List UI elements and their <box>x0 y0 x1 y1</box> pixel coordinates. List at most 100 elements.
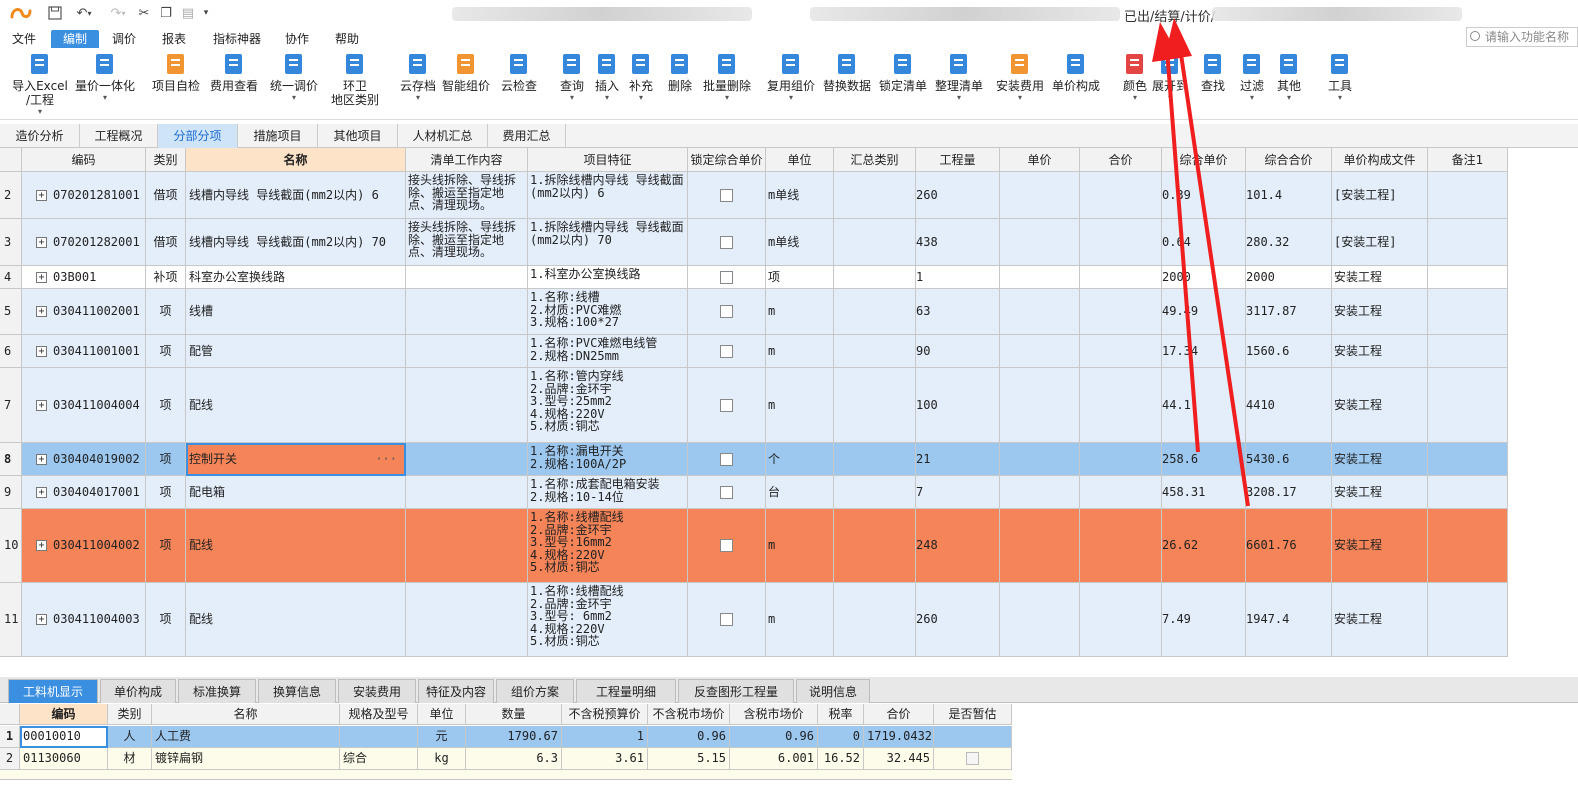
cell-cb[interactable] <box>688 368 766 443</box>
detail-tab-2[interactable]: 标准换算 <box>178 679 256 703</box>
detail-tab-4[interactable]: 安装费用 <box>338 679 416 703</box>
cell-name[interactable]: 配线 <box>186 368 406 443</box>
save-icon[interactable] <box>46 5 64 21</box>
resource-header-11[interactable]: 合价 <box>864 704 934 725</box>
column-header-14[interactable]: 单价构成文件 <box>1332 148 1428 172</box>
resource-header-0[interactable] <box>0 704 20 725</box>
ribbon-button-3[interactable]: 费用查看 <box>206 52 262 118</box>
search-input[interactable]: 请输入功能名称 <box>1466 27 1578 47</box>
ribbon-button-15[interactable]: 替换数据 <box>820 52 874 118</box>
column-header-6[interactable]: 锁定综合单价 <box>688 148 766 172</box>
ribbon-button-22[interactable]: 查找 <box>1196 52 1230 118</box>
expand-icon[interactable]: + <box>36 614 47 625</box>
cell-name[interactable]: 配线 <box>186 509 406 583</box>
cell-cb[interactable] <box>688 443 766 476</box>
detail-tab-6[interactable]: 组价方案 <box>496 679 574 703</box>
cell-cb[interactable] <box>688 289 766 335</box>
ribbon-button-0[interactable]: 导入Excel/工程 ▾ <box>2 52 78 118</box>
column-header-1[interactable]: 编码 <box>22 148 146 172</box>
cell-name[interactable]: 配电箱 <box>186 476 406 509</box>
ribbon-button-10[interactable]: 插入 ▾ <box>592 52 622 118</box>
cell-cb[interactable] <box>688 335 766 368</box>
column-header-9[interactable]: 工程量 <box>916 148 1000 172</box>
ribbon-button-17[interactable]: 整理清单 ▾ <box>932 52 986 118</box>
tab-0[interactable]: 造价分析 <box>0 124 80 148</box>
ribbon-button-16[interactable]: 锁定清单 <box>876 52 930 118</box>
column-header-13[interactable]: 综合合价 <box>1246 148 1332 172</box>
cell-cb[interactable] <box>688 219 766 266</box>
resource-header-4[interactable]: 规格及型号 <box>340 704 418 725</box>
cell-cb[interactable] <box>688 476 766 509</box>
customize-icon[interactable]: ▾ <box>200 5 212 21</box>
expand-icon[interactable]: + <box>36 306 47 317</box>
tab-4[interactable]: 其他项目 <box>318 124 398 148</box>
ribbon-button-9[interactable]: 查询 ▾ <box>556 52 588 118</box>
expand-icon[interactable]: + <box>36 399 47 411</box>
cell-name[interactable]: 线槽内导线 导线截面(mm2以内) 6 <box>186 172 406 219</box>
menu-item-2[interactable]: 调价 <box>104 30 144 48</box>
resource-header-10[interactable]: 税率 <box>818 704 864 725</box>
lock-price-checkbox[interactable] <box>720 270 733 284</box>
ribbon-button-6[interactable]: 云存档 ▾ <box>398 52 438 118</box>
menu-item-3[interactable]: 报表 <box>154 30 194 48</box>
ribbon-button-19[interactable]: 单价构成 <box>1048 52 1104 118</box>
column-header-0[interactable] <box>0 148 22 172</box>
cell-name[interactable]: 配线 <box>186 583 406 657</box>
redo-icon[interactable]: ↷ ▾ <box>104 5 132 21</box>
lock-price-checkbox[interactable] <box>720 188 733 202</box>
copy-icon[interactable]: ❐ <box>158 5 174 21</box>
ribbon-button-13[interactable]: 批量删除 ▾ <box>700 52 754 118</box>
detail-tab-9[interactable]: 说明信息 <box>796 679 870 703</box>
lock-price-checkbox[interactable] <box>720 613 733 626</box>
resource-header-2[interactable]: 类别 <box>108 704 152 725</box>
detail-tab-1[interactable]: 单价构成 <box>100 679 176 703</box>
lock-price-checkbox[interactable] <box>720 398 733 412</box>
column-header-4[interactable]: 清单工作内容 <box>406 148 528 172</box>
detail-tab-5[interactable]: 特征及内容 <box>418 679 494 703</box>
ribbon-button-7[interactable]: 智能组价 <box>440 52 492 118</box>
ribbon-button-4[interactable]: 统一调价 ▾ <box>264 52 324 118</box>
expand-icon[interactable]: + <box>36 486 47 498</box>
resource-header-12[interactable]: 是否暂估 <box>934 704 1012 725</box>
column-header-7[interactable]: 单位 <box>766 148 834 172</box>
column-header-15[interactable]: 备注1 <box>1428 148 1508 172</box>
cut-icon[interactable]: ✂ <box>136 5 152 21</box>
lock-price-checkbox[interactable] <box>720 235 733 249</box>
expand-icon[interactable]: + <box>36 271 47 283</box>
tab-6[interactable]: 费用汇总 <box>488 124 566 148</box>
tab-5[interactable]: 人材机汇总 <box>398 124 488 148</box>
ribbon-button-14[interactable]: 复用组价 ▾ <box>766 52 816 118</box>
column-header-5[interactable]: 项目特征 <box>528 148 688 172</box>
lock-price-checkbox[interactable] <box>720 305 733 318</box>
column-header-3[interactable]: 名称 <box>186 148 406 172</box>
menu-item-5[interactable]: 协作 <box>277 30 317 48</box>
resource-cell-code[interactable]: 00010010 <box>20 726 108 748</box>
ribbon-button-21[interactable]: 展开到 ▾ <box>1150 52 1190 118</box>
detail-tab-7[interactable]: 工程量明细 <box>576 679 676 703</box>
expand-icon[interactable]: + <box>36 345 47 357</box>
lock-price-checkbox[interactable] <box>720 485 733 499</box>
ribbon-button-11[interactable]: 补充 ▾ <box>626 52 656 118</box>
column-header-2[interactable]: 类别 <box>146 148 186 172</box>
detail-tab-8[interactable]: 反查图形工程量 <box>678 679 794 703</box>
ribbon-button-25[interactable]: 工具 ▾ <box>1324 52 1356 118</box>
cell-name[interactable]: 线槽内导线 导线截面(mm2以内) 70 <box>186 219 406 266</box>
ribbon-button-23[interactable]: 过滤 ▾ <box>1236 52 1268 118</box>
expand-icon[interactable]: + <box>36 453 47 465</box>
cell-name[interactable]: 线槽 <box>186 289 406 335</box>
menu-item-4[interactable]: 指标神器 <box>204 30 270 48</box>
estimate-checkbox[interactable] <box>966 752 979 765</box>
lock-price-checkbox[interactable] <box>720 539 733 552</box>
menu-item-0[interactable]: 文件▾ <box>3 30 45 64</box>
resource-header-9[interactable]: 含税市场价 <box>730 704 818 725</box>
menu-item-6[interactable]: 帮助 <box>327 30 367 48</box>
detail-tab-0[interactable]: 工料机显示 <box>8 679 98 703</box>
ribbon-button-5[interactable]: 环卫 地区类别 <box>328 52 382 118</box>
expand-icon[interactable]: + <box>36 236 47 248</box>
more-options-icon[interactable]: ··· <box>375 453 397 466</box>
column-header-11[interactable]: 合价 <box>1080 148 1162 172</box>
resource-header-7[interactable]: 不含税预算价 <box>562 704 648 725</box>
ribbon-button-8[interactable]: 云检查 <box>496 52 542 118</box>
resource-header-1[interactable]: 编码 <box>20 704 108 725</box>
expand-icon[interactable]: + <box>36 189 47 201</box>
